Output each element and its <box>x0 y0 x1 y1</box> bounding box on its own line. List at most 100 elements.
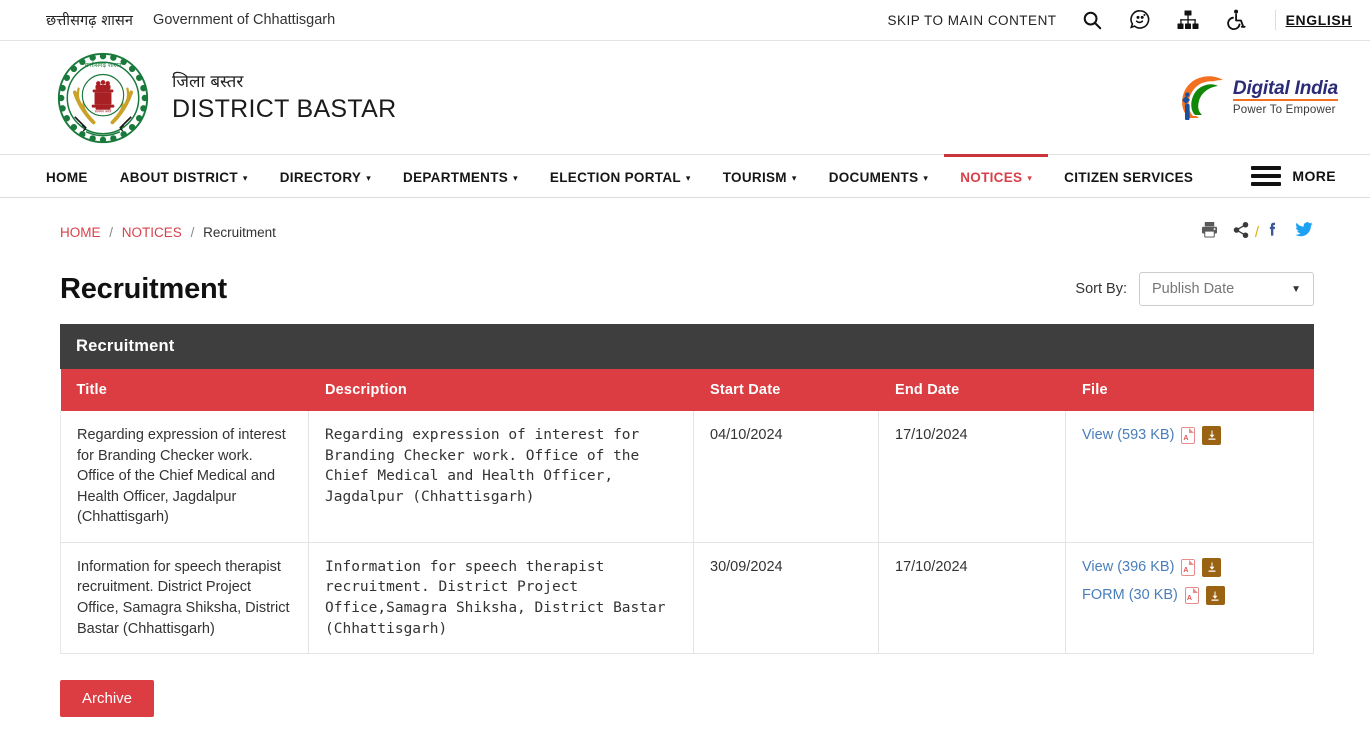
pdf-icon: A <box>1181 558 1196 576</box>
sort-controls: Sort By: Publish Date ▼ <box>1075 272 1314 306</box>
nav-item-directory[interactable]: DIRECTORY ▾ <box>264 154 387 197</box>
chevron-down-icon: ▾ <box>1027 172 1033 183</box>
cell-title: Regarding expression of interest for Bra… <box>60 411 309 543</box>
archive-button[interactable]: Archive <box>60 680 155 718</box>
column-header-description: Description <box>308 369 694 411</box>
digital-india-logo[interactable]: Digital India Power To Empower <box>1175 70 1338 126</box>
sitemap-icon[interactable] <box>1175 7 1201 33</box>
facebook-icon[interactable] <box>1264 220 1281 244</box>
nav-item-label: NOTICES <box>960 169 1023 185</box>
download-button[interactable] <box>1202 557 1222 577</box>
breadcrumb-home-link[interactable]: HOME <box>60 225 101 240</box>
chevron-down-icon: ▾ <box>791 172 797 183</box>
chevron-down-icon: ▾ <box>923 172 929 183</box>
download-button[interactable] <box>1205 586 1225 606</box>
recruitment-table: Title Description Start Date End Date Fi… <box>60 369 1314 655</box>
site-title-block: जिला बस्तर DISTRICT BASTAR <box>172 71 396 124</box>
breadcrumb-row: HOME / NOTICES / Recruitment / <box>0 198 1370 244</box>
column-header-title: Title <box>60 369 309 411</box>
pdf-icon: A <box>1181 426 1196 444</box>
file-entry: FORM (30 KB) A <box>1082 585 1297 606</box>
nav-item-home[interactable]: HOME <box>46 154 104 197</box>
nav-item-label: DEPARTMENTS <box>403 169 509 185</box>
nav-item-label: DIRECTORY <box>279 169 362 185</box>
cell-description: Regarding expression of interest for Bra… <box>308 411 694 543</box>
share-icon[interactable] <box>1232 221 1250 244</box>
share-separator: / <box>1254 223 1259 241</box>
breadcrumb-notices-link[interactable]: NOTICES <box>122 225 182 240</box>
breadcrumb-current: Recruitment <box>203 224 276 240</box>
digital-india-tagline: Power To Empower <box>1232 104 1336 117</box>
share-actions: / <box>1200 220 1314 244</box>
digital-india-name: Digital India <box>1232 78 1338 102</box>
chevron-down-icon: ▾ <box>685 172 691 183</box>
nav-item-tourism[interactable]: TOURISM ▾ <box>707 154 813 197</box>
cell-end-date: 17/10/2024 <box>878 542 1066 655</box>
nav-item-documents[interactable]: DOCUMENTS ▾ <box>813 154 945 197</box>
chevron-down-icon: ▾ <box>366 172 372 183</box>
chevron-down-icon: ▼ <box>1291 283 1301 295</box>
recruitment-table-wrapper: Recruitment Title Description Start Date… <box>0 306 1370 655</box>
top-utility-actions: SKIP TO MAIN CONTENT ENGLISH <box>888 7 1370 33</box>
chevron-down-icon: ▾ <box>242 172 248 183</box>
page-title: Recruitment <box>60 272 227 305</box>
search-icon[interactable] <box>1079 7 1105 33</box>
twitter-icon[interactable] <box>1294 220 1314 244</box>
breadcrumb-separator: / <box>190 224 195 240</box>
svg-text:सत्यमेव जयते: सत्यमेव जयते <box>95 108 112 113</box>
table-row: Information for speech therapist recruit… <box>60 542 1314 655</box>
cell-description: Information for speech therapist recruit… <box>308 542 694 655</box>
more-menu-label: MORE <box>1292 168 1336 184</box>
nav-item-departments[interactable]: DEPARTMENTS ▾ <box>387 154 534 197</box>
chhattisgarh-state-emblem-icon: सत्यमेव जयते छत्तीसगढ़ शासन <box>56 51 150 145</box>
cell-file: View (396 KB) A FORM (30 KB) A <box>1065 542 1314 655</box>
file-view-link[interactable]: View (396 KB) <box>1082 557 1174 578</box>
column-header-start-date: Start Date <box>693 369 879 411</box>
breadcrumb-separator: / <box>109 224 114 240</box>
sort-by-value: Publish Date <box>1152 281 1235 297</box>
file-form-link[interactable]: FORM (30 KB) <box>1082 585 1178 606</box>
page-header-row: Recruitment Sort By: Publish Date ▼ <box>0 244 1370 306</box>
chevron-down-icon: ▾ <box>513 172 518 183</box>
download-button[interactable] <box>1202 425 1222 445</box>
main-navigation: HOME ABOUT DISTRICT ▾ DIRECTORY ▾ DEPART… <box>0 154 1370 198</box>
table-row: Regarding expression of interest for Bra… <box>60 411 1314 543</box>
print-icon[interactable] <box>1200 220 1219 244</box>
cell-title: Information for speech therapist recruit… <box>60 542 309 655</box>
site-masthead: सत्यमेव जयते छत्तीसगढ़ शासन जिला बस्तर D… <box>0 41 1370 154</box>
gov-name-hindi: छत्तीसगढ़ शासन <box>46 13 134 29</box>
top-utility-bar: छत्तीसगढ़ शासन Government of Chhattisgar… <box>0 0 1370 41</box>
cell-end-date: 17/10/2024 <box>878 411 1066 543</box>
accessibility-speech-icon[interactable] <box>1127 7 1153 33</box>
nav-item-label: HOME <box>46 169 88 185</box>
accessibility-wheelchair-icon[interactable] <box>1223 7 1249 33</box>
nav-item-label: CITIZEN SERVICES <box>1064 169 1194 185</box>
pdf-icon: A <box>1184 587 1199 605</box>
nav-item-election-portal[interactable]: ELECTION PORTAL ▾ <box>534 154 707 197</box>
archive-row: Archive <box>0 654 1370 718</box>
cell-start-date: 30/09/2024 <box>693 542 879 655</box>
svg-text:छत्तीसगढ़ शासन: छत्तीसगढ़ शासन <box>85 60 122 68</box>
sort-by-label: Sort By: <box>1075 281 1127 297</box>
table-caption: Recruitment <box>60 324 1314 369</box>
nav-item-notices[interactable]: NOTICES ▾ <box>944 154 1049 197</box>
nav-item-label: DOCUMENTS <box>828 169 919 185</box>
nav-item-about-district[interactable]: ABOUT DISTRICT ▾ <box>104 154 264 197</box>
column-header-file: File <box>1065 369 1314 411</box>
file-view-link[interactable]: View (593 KB) <box>1082 425 1174 446</box>
skip-to-main-content-link[interactable]: SKIP TO MAIN CONTENT <box>888 13 1057 28</box>
column-header-end-date: End Date <box>878 369 1066 411</box>
nav-item-label: TOURISM <box>722 169 787 185</box>
site-title-hindi: जिला बस्तर <box>172 71 244 92</box>
gov-name-english: Government of Chhattisgarh <box>153 12 336 28</box>
file-entry: View (396 KB) A <box>1082 557 1297 578</box>
nav-item-label: ELECTION PORTAL <box>549 169 681 185</box>
cell-file: View (593 KB) A <box>1065 411 1314 543</box>
file-entry: View (593 KB) A <box>1082 425 1297 446</box>
hamburger-icon <box>1251 162 1282 190</box>
sort-by-select[interactable]: Publish Date ▼ <box>1139 272 1314 306</box>
more-menu-button[interactable]: MORE <box>1251 155 1354 197</box>
cell-start-date: 04/10/2024 <box>693 411 879 543</box>
nav-item-citizen-services[interactable]: CITIZEN SERVICES <box>1048 154 1209 197</box>
language-selector[interactable]: ENGLISH <box>1274 10 1352 30</box>
